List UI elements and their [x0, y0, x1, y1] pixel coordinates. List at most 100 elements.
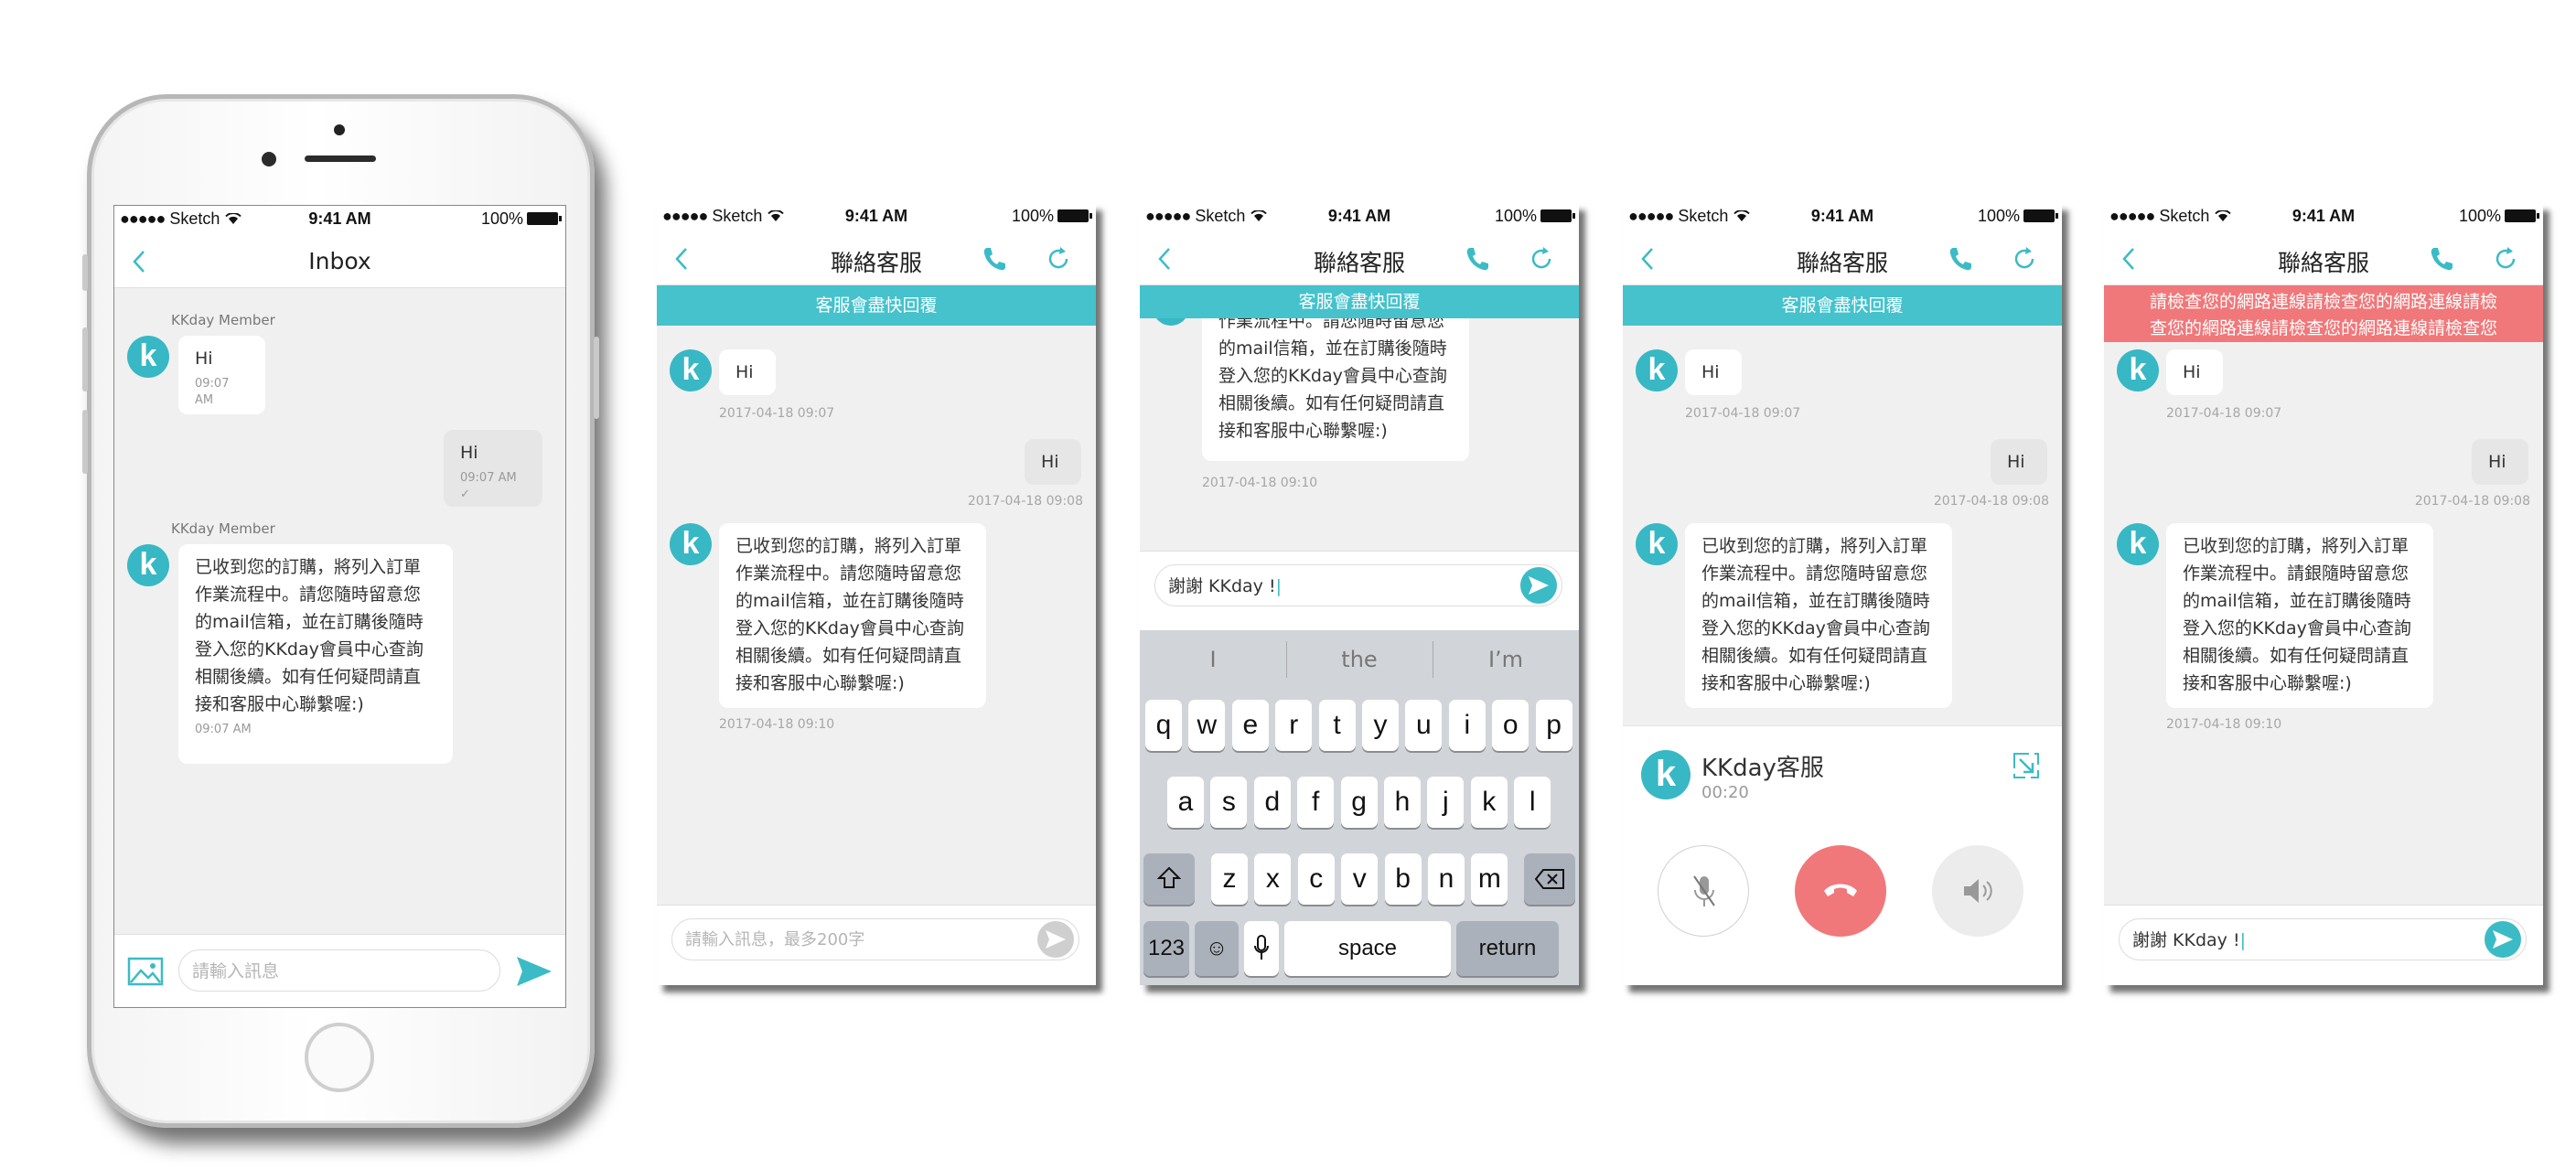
- image-picker-icon[interactable]: [127, 957, 164, 986]
- read-check-icon: ✓: [460, 488, 470, 501]
- message-line: 已收到您的訂購，將列入訂單: [2183, 536, 2410, 556]
- suggestion-item[interactable]: I: [1140, 630, 1286, 689]
- message-input[interactable]: 請輸入訊息，最多200字: [671, 918, 1079, 960]
- key-m[interactable]: m: [1471, 853, 1508, 905]
- battery-percent: 100%: [1494, 207, 1537, 225]
- reply-notice-banner: 客服會盡快回覆: [1623, 285, 2062, 326]
- nav-bar: 聯絡客服: [1140, 231, 1579, 285]
- key-g[interactable]: g: [1340, 777, 1378, 828]
- suggestion-item[interactable]: the: [1286, 630, 1433, 689]
- microphone-key[interactable]: [1244, 921, 1279, 976]
- page-title: 聯絡客服: [2277, 250, 2369, 276]
- message-line: 登入您的KKday會員中心查詢: [1701, 618, 1930, 638]
- key-u[interactable]: u: [1405, 700, 1443, 751]
- message-input[interactable]: 請輸入訊息: [178, 949, 500, 992]
- key-j[interactable]: j: [1427, 777, 1465, 828]
- speaker-volume-icon: [1964, 879, 1992, 903]
- error-line: 請檢查您的網路連線請檢查您的網路連線請檢: [2149, 292, 2497, 312]
- key-y[interactable]: y: [1362, 700, 1399, 751]
- refresh-icon[interactable]: [1045, 245, 1072, 273]
- input-bar: 謝謝 KKday !|: [1140, 551, 1579, 630]
- send-icon[interactable]: [515, 955, 553, 988]
- key-d[interactable]: d: [1253, 777, 1291, 828]
- refresh-icon[interactable]: [2011, 245, 2038, 273]
- key-k[interactable]: k: [1470, 777, 1508, 828]
- key-r[interactable]: r: [1275, 700, 1313, 751]
- message-line: 登入您的KKday會員中心查詢: [2183, 618, 2411, 638]
- key-b[interactable]: b: [1384, 853, 1422, 905]
- send-button[interactable]: [2485, 921, 2521, 958]
- message-line: 登入您的KKday會員中心查詢: [1218, 366, 1447, 386]
- call-duration: 00:20: [1701, 783, 1749, 802]
- suggestion-item[interactable]: I’m: [1433, 630, 1579, 689]
- battery-icon: [2505, 209, 2539, 222]
- message-line: 相關後續。如有任何疑問請直: [1218, 393, 1445, 413]
- mute-button[interactable]: [1658, 845, 1749, 937]
- message-input[interactable]: 謝謝 KKday !|: [2119, 918, 2527, 960]
- message-line: 作業流程中。請您隨時留意您: [1701, 563, 1928, 584]
- sender-name: KKday Member: [171, 520, 275, 537]
- key-f[interactable]: f: [1297, 777, 1335, 828]
- chat-screen-call: ●●●●● Sketch 9:41 AM 100% 聯絡客服 客服會盡快回覆 k…: [1623, 203, 2062, 985]
- key-e[interactable]: e: [1231, 700, 1269, 751]
- key-v[interactable]: v: [1341, 853, 1379, 905]
- kkday-avatar: k: [2117, 349, 2159, 391]
- speaker-button[interactable]: [1932, 845, 2023, 937]
- input-bar: 謝謝 KKday !|: [2104, 905, 2543, 985]
- proximity-sensor: [334, 124, 345, 135]
- key-w[interactable]: w: [1188, 700, 1226, 751]
- phone-icon[interactable]: [1947, 245, 1974, 273]
- send-icon: [2493, 930, 2513, 949]
- key-q[interactable]: q: [1145, 700, 1182, 751]
- typed-text: 謝謝 KKday !: [2132, 930, 2240, 950]
- return-key[interactable]: return: [1456, 921, 1559, 976]
- message-bubble: 已收到您的訂購，將列入訂單 作業流程中。請您隨時留意您 的mail信箱，並在訂購…: [719, 523, 986, 708]
- key-h[interactable]: h: [1384, 777, 1421, 828]
- mute-microphone-icon: [1693, 875, 1715, 906]
- my-message-bubble: Hi: [1991, 439, 2047, 485]
- home-button[interactable]: [305, 1023, 374, 1092]
- key-n[interactable]: n: [1428, 853, 1465, 905]
- shift-arrow-icon: [1156, 866, 1182, 888]
- key-p[interactable]: p: [1535, 700, 1572, 751]
- message-bubble: Hi: [2166, 349, 2223, 395]
- hang-up-button[interactable]: [1795, 845, 1886, 937]
- message-bubble: 已收到您的訂購，將列入訂單 作業流程中。請銀隨時留意您 的mail信箱，並在訂購…: [2166, 523, 2433, 708]
- key-o[interactable]: o: [1492, 700, 1530, 751]
- numbers-key[interactable]: 123: [1143, 921, 1189, 976]
- send-button[interactable]: [1520, 567, 1557, 604]
- refresh-icon[interactable]: [1528, 245, 1555, 273]
- key-t[interactable]: t: [1318, 700, 1356, 751]
- page-title: 聯絡客服: [1313, 250, 1405, 276]
- key-x[interactable]: x: [1254, 853, 1292, 905]
- message-line: 登入您的KKday會員中心查詢: [195, 639, 424, 660]
- key-l[interactable]: l: [1514, 777, 1551, 828]
- refresh-icon[interactable]: [2492, 245, 2519, 273]
- emoji-key[interactable]: ☺: [1195, 921, 1239, 976]
- key-s[interactable]: s: [1210, 777, 1248, 828]
- key-i[interactable]: i: [1448, 700, 1486, 751]
- chat-screen-typing: k 已收到您的訂購，將列入訂單 作業流程中。請您隨時留意您 的mail信箱，並在…: [1140, 203, 1579, 985]
- delete-key[interactable]: [1524, 853, 1575, 905]
- send-button[interactable]: [1037, 921, 1074, 958]
- message-timestamp: 2017-04-18 09:10: [1202, 476, 1318, 490]
- phone-icon[interactable]: [1464, 245, 1491, 273]
- typed-text: 謝謝 KKday !: [1168, 576, 1276, 596]
- space-key[interactable]: space: [1284, 921, 1451, 976]
- call-name: KKday客服: [1701, 755, 1824, 782]
- message-input[interactable]: 謝謝 KKday !|: [1154, 564, 1562, 606]
- status-bar: ●●●●● Sketch 9:41 AM 100%: [1140, 203, 1579, 231]
- page-title: 聯絡客服: [830, 250, 922, 276]
- message-line: 登入您的KKday會員中心查詢: [735, 618, 964, 638]
- message-line: 作業流程中。請銀隨時留意您: [2183, 563, 2410, 584]
- phone-icon[interactable]: [981, 245, 1008, 273]
- power-button: [594, 337, 599, 419]
- key-z[interactable]: z: [1211, 853, 1248, 905]
- message-bubble: Hi 09:07 AM: [178, 336, 265, 414]
- phone-icon[interactable]: [2428, 245, 2455, 273]
- key-a[interactable]: a: [1167, 777, 1204, 828]
- key-c[interactable]: c: [1297, 853, 1335, 905]
- shift-key[interactable]: [1143, 853, 1195, 905]
- my-message-bubble: Hi: [1025, 439, 1081, 485]
- minimize-call-icon[interactable]: [2012, 752, 2040, 779]
